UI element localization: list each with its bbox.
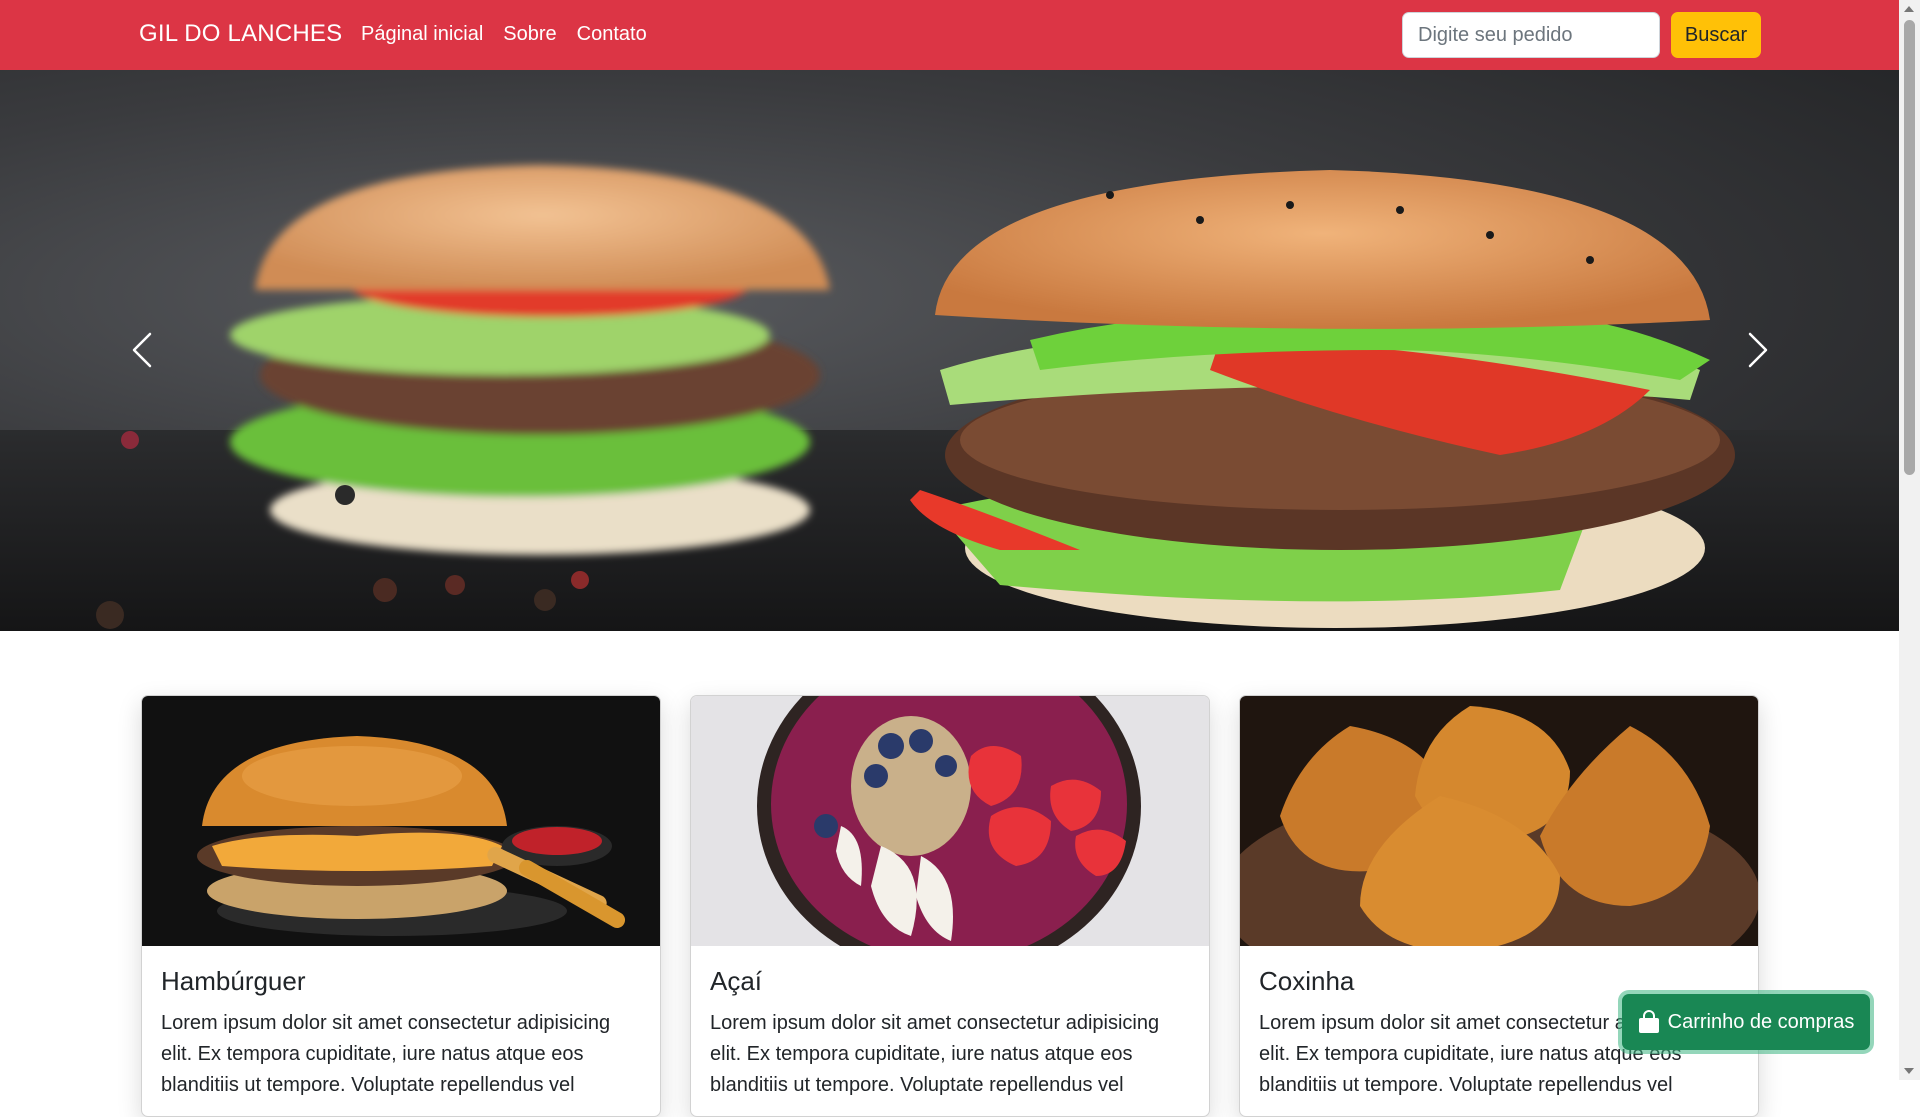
search-input[interactable] (1402, 12, 1660, 58)
scrollbar-thumb[interactable] (1904, 20, 1915, 475)
carousel-prev-button[interactable] (112, 315, 172, 385)
search-button[interactable]: Buscar (1671, 12, 1761, 58)
card-text: Lorem ipsum dolor sit amet consectetur a… (161, 1012, 611, 1096)
coxinha-image (1240, 696, 1758, 946)
card-title: Coxinha (1259, 966, 1355, 996)
cart-button-label: Carrinho de compras (1667, 1010, 1855, 1033)
card-title: Açaí (710, 966, 763, 996)
carousel-next-button[interactable] (1728, 315, 1788, 385)
product-card-acai: Açaí Lorem ipsum dolor sit amet consecte… (690, 695, 1210, 1117)
page-scrollbar[interactable] (1899, 0, 1920, 1080)
card-title: Hambúrguer (161, 966, 306, 996)
product-card-hamburguer: Hambúrguer Lorem ipsum dolor sit amet co… (141, 695, 661, 1117)
chevron-right-icon (1748, 332, 1768, 368)
nav-link-about[interactable]: Sobre (503, 23, 556, 46)
nav-link-contact[interactable]: Contato (577, 23, 647, 46)
product-card-coxinha: Coxinha Lorem ipsum dolor sit amet conse… (1239, 695, 1759, 1117)
acai-image (691, 696, 1209, 946)
navbar: GIL DO LANCHES Páginal inicial Sobre Con… (0, 0, 1899, 70)
hero-burger-image (0, 165, 1899, 631)
shopping-cart-button[interactable]: Carrinho de compras (1622, 994, 1870, 1050)
card-text: Lorem ipsum dolor sit amet consectetur a… (710, 1012, 1160, 1096)
hamburguer-image (142, 696, 660, 946)
scroll-up-icon[interactable] (1904, 6, 1914, 12)
hero-carousel (0, 70, 1899, 631)
nav-link-home[interactable]: Páginal inicial (361, 23, 483, 46)
chevron-left-icon (132, 332, 152, 368)
brand-logo[interactable]: GIL DO LANCHES (139, 20, 342, 48)
nav-links: Páginal inicial Sobre Contato (361, 23, 647, 46)
scroll-down-icon[interactable] (1904, 1068, 1914, 1074)
shopping-bag-icon (1638, 1010, 1659, 1033)
